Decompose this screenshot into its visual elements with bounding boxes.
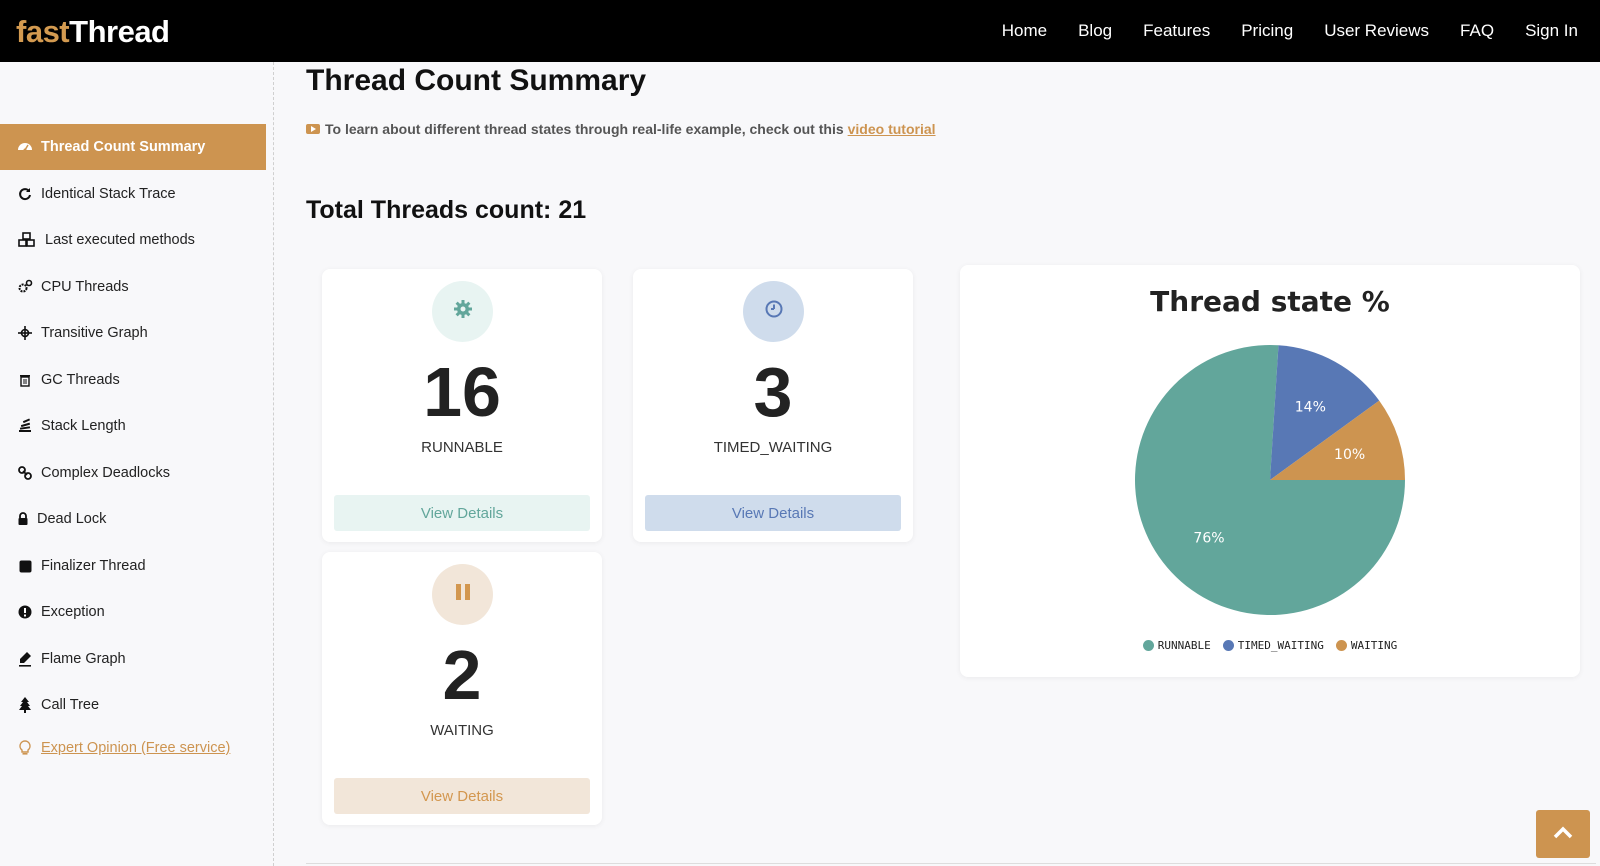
exclamation-icon <box>16 603 34 621</box>
tutorial-text: To learn about different thread states t… <box>325 121 844 137</box>
timed-waiting-count: 3 <box>753 353 793 431</box>
waiting-view-details-button[interactable]: View Details <box>334 778 590 814</box>
nav-home[interactable]: Home <box>1002 21 1047 41</box>
stop-icon <box>16 557 34 575</box>
stack-icon <box>16 417 34 435</box>
refresh-icon <box>16 185 34 203</box>
thread-state-pie-chart: 76% 14% 10% <box>1135 345 1405 615</box>
bottom-divider <box>306 863 1596 864</box>
sidebar-item-dead-lock[interactable]: Dead Lock <box>0 496 266 542</box>
dashboard-icon <box>16 138 34 156</box>
pie-label-waiting: 10% <box>1334 447 1365 463</box>
sidebar-item-gc-threads[interactable]: GC Threads <box>0 357 266 403</box>
sidebar-item-label: Finalizer Thread <box>41 558 146 574</box>
nav-sign-in[interactable]: Sign In <box>1525 21 1578 41</box>
page-title: Thread Count Summary <box>306 64 647 97</box>
nav-features[interactable]: Features <box>1143 21 1210 41</box>
sidebar-item-label: Complex Deadlocks <box>41 465 170 481</box>
timed-waiting-view-details-button[interactable]: View Details <box>645 495 901 531</box>
nav-user-reviews[interactable]: User Reviews <box>1324 21 1429 41</box>
pen-icon <box>16 650 34 668</box>
nav-faq[interactable]: FAQ <box>1460 21 1494 41</box>
sidebar-item-label: Call Tree <box>41 697 100 713</box>
gear-icon <box>453 299 473 324</box>
legend-swatch <box>1335 640 1347 651</box>
cubes-icon <box>16 231 38 249</box>
legend-label: RUNNABLE <box>1157 639 1211 652</box>
chevron-up-icon <box>1553 825 1573 844</box>
sidebar-item-label: Identical Stack Trace <box>41 186 176 202</box>
thread-state-chart-card: Thread state % 76% 14% 10% RUNNABLE TIMED_W… <box>960 265 1580 677</box>
scroll-to-top-button[interactable] <box>1536 810 1590 858</box>
runnable-count: 16 <box>423 353 501 431</box>
pie-label-runnable: 76% <box>1193 530 1224 546</box>
video-tutorial-link[interactable]: video tutorial <box>848 121 936 137</box>
chart-legend: RUNNABLE TIMED_WAITING WAITING <box>960 639 1580 652</box>
timed-waiting-icon-circle <box>743 281 804 342</box>
timed-waiting-label: TIMED_WAITING <box>713 439 833 456</box>
waiting-count: 2 <box>442 636 482 714</box>
sidebar-item-complex-deadlocks[interactable]: Complex Deadlocks <box>0 450 266 496</box>
sidebar-item-label: Stack Length <box>41 418 126 434</box>
waiting-card: 2 WAITING View Details <box>322 552 602 825</box>
sidebar-item-cpu-threads[interactable]: CPU Threads <box>0 264 266 310</box>
sidebar-item-finalizer-thread[interactable]: Finalizer Thread <box>0 543 266 589</box>
runnable-view-details-button[interactable]: View Details <box>334 495 590 531</box>
legend-item-timed-waiting[interactable]: TIMED_WAITING <box>1222 639 1324 652</box>
link-icon <box>16 464 34 482</box>
sidebar-item-identical-stack-trace[interactable]: Identical Stack Trace <box>0 171 266 217</box>
sidebar-item-flame-graph[interactable]: Flame Graph <box>0 636 266 682</box>
crosshair-icon <box>16 324 34 342</box>
runnable-icon-circle <box>432 281 493 342</box>
sidebar-item-expert-opinion[interactable]: Expert Opinion (Free service) <box>0 725 266 771</box>
sidebar-item-label: GC Threads <box>41 372 120 388</box>
clock-icon <box>764 299 784 324</box>
runnable-card: 16 RUNNABLE View Details <box>322 269 602 542</box>
sidebar-item-label: CPU Threads <box>41 279 129 295</box>
total-threads-count: Total Threads count: 21 <box>306 196 587 224</box>
sidebar-item-exception[interactable]: Exception <box>0 589 266 635</box>
logo-fast: fast <box>16 14 70 49</box>
sidebar-item-stack-length[interactable]: Stack Length <box>0 403 266 449</box>
nav-blog[interactable]: Blog <box>1078 21 1112 41</box>
runnable-label: RUNNABLE <box>421 439 503 456</box>
sidebar-item-call-tree[interactable]: Call Tree <box>0 682 266 728</box>
legend-swatch <box>1222 640 1234 651</box>
tutorial-note: To learn about different thread states t… <box>306 121 936 137</box>
cogs-icon <box>16 278 34 296</box>
sidebar-item-thread-count-summary[interactable]: Thread Count Summary <box>0 124 266 170</box>
sidebar-item-label: Expert Opinion (Free service) <box>41 740 231 756</box>
sidebar-item-transitive-graph[interactable]: Transitive Graph <box>0 310 266 356</box>
sidebar-item-label: Flame Graph <box>41 651 126 667</box>
video-icon <box>306 124 320 134</box>
pie-label-timed-waiting: 14% <box>1295 400 1326 416</box>
logo-thread: Thread <box>69 14 170 49</box>
waiting-label: WAITING <box>430 722 494 739</box>
legend-label: WAITING <box>1350 639 1398 652</box>
legend-item-runnable[interactable]: RUNNABLE <box>1142 639 1211 652</box>
lightbulb-icon <box>16 739 34 757</box>
legend-item-waiting[interactable]: WAITING <box>1335 639 1398 652</box>
logo[interactable]: fastThread <box>16 14 170 50</box>
lock-icon <box>16 510 30 528</box>
sidebar-item-label: Thread Count Summary <box>41 139 206 155</box>
trash-icon <box>16 371 34 389</box>
legend-swatch <box>1142 640 1154 651</box>
sidebar-item-label: Transitive Graph <box>41 325 148 341</box>
pause-icon <box>453 582 473 607</box>
sidebar-item-label: Exception <box>41 604 105 620</box>
sidebar-item-label: Dead Lock <box>37 511 107 527</box>
timed-waiting-card: 3 TIMED_WAITING View Details <box>633 269 913 542</box>
waiting-icon-circle <box>432 564 493 625</box>
sidebar-item-label: Last executed methods <box>45 232 195 248</box>
tree-icon <box>16 696 34 714</box>
sidebar: Thread Count Summary Identical Stack Tra… <box>0 62 274 866</box>
legend-label: TIMED_WAITING <box>1237 639 1324 652</box>
sidebar-item-last-executed-methods[interactable]: Last executed methods <box>0 217 266 263</box>
top-navbar: fastThread Home Blog Features Pricing Us… <box>0 0 1600 62</box>
nav-pricing[interactable]: Pricing <box>1241 21 1293 41</box>
main-nav: Home Blog Features Pricing User Reviews … <box>971 0 1578 62</box>
